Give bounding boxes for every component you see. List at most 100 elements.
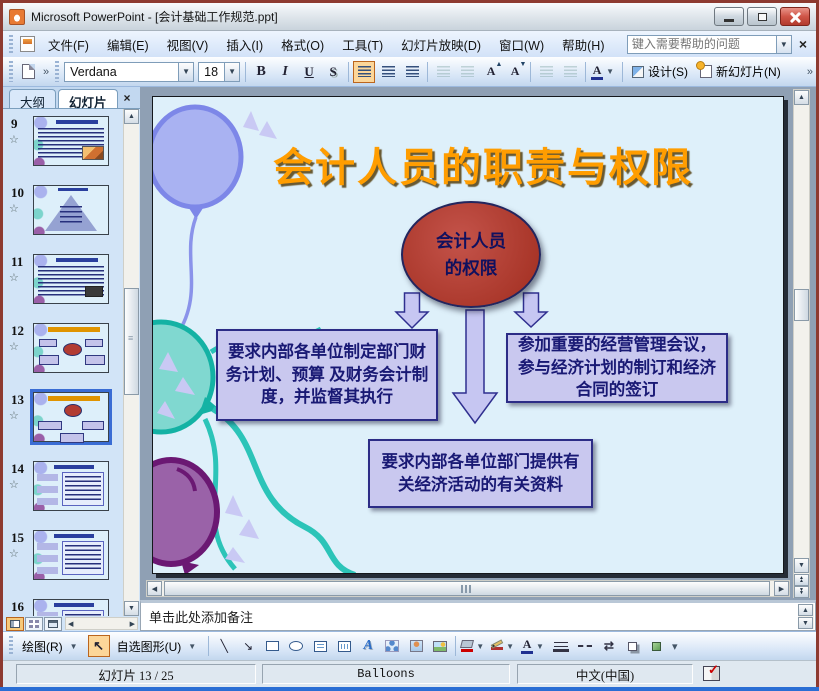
- authority-ellipse[interactable]: 会计人员 的权限: [401, 201, 541, 308]
- animation-star-icon[interactable]: ☆: [9, 409, 19, 422]
- arrow-tool[interactable]: ↘: [237, 635, 259, 657]
- overflow-chevron-icon[interactable]: »: [40, 66, 52, 78]
- thumbnail-preview[interactable]: [30, 389, 112, 445]
- thumbnail-preview[interactable]: [33, 116, 109, 166]
- tab-slides[interactable]: 幻灯片: [58, 89, 118, 110]
- thumbnail-preview[interactable]: [33, 323, 109, 373]
- thumbnail-preview[interactable]: [33, 530, 109, 580]
- slide-canvas[interactable]: 要求内部各单位制定部门财务计划、预算 及财务会计制度，并监督其执行 参加重要的经…: [152, 96, 784, 574]
- scroll-right-button[interactable]: ▶: [774, 581, 789, 596]
- animation-star-icon[interactable]: ☆: [9, 478, 19, 491]
- toolbar-grip[interactable]: [9, 34, 13, 54]
- new-slide-button[interactable]: 新幻灯片(N): [694, 61, 787, 83]
- scrollbar-thumb[interactable]: [164, 581, 770, 596]
- menu-item[interactable]: 幻灯片放映(D): [392, 32, 490, 57]
- line-color-button[interactable]: ▼: [490, 635, 518, 657]
- font-name-select[interactable]: Verdana ▼: [64, 61, 195, 82]
- notes-placeholder[interactable]: 单击此处添加备注: [149, 607, 253, 626]
- align-center-button[interactable]: [377, 61, 399, 83]
- decrease-indent-button[interactable]: [535, 61, 557, 83]
- menu-item[interactable]: 帮助(H): [553, 32, 613, 57]
- arrow-style-button[interactable]: ⇄: [598, 635, 620, 657]
- menu-item[interactable]: 视图(V): [158, 32, 218, 57]
- increase-font-button[interactable]: A ▲: [480, 60, 503, 83]
- toolbar-grip[interactable]: [9, 636, 13, 656]
- slide-thumbnail-16[interactable]: 16☆: [3, 599, 140, 616]
- language-indicator[interactable]: 中文(中国): [517, 664, 693, 684]
- clipart-tool[interactable]: [405, 635, 427, 657]
- line-tool[interactable]: ╲: [213, 635, 235, 657]
- decrease-font-button[interactable]: A ▼: [504, 60, 527, 83]
- menu-item[interactable]: 文件(F): [39, 32, 98, 57]
- box-left[interactable]: 要求内部各单位制定部门财务计划、预算 及财务会计制度，并监督其执行: [216, 329, 438, 421]
- sidebar-close-icon[interactable]: ×: [124, 91, 131, 105]
- scroll-up-button[interactable]: ▲: [798, 604, 813, 616]
- wordart-tool[interactable]: A: [357, 635, 379, 657]
- animation-star-icon[interactable]: ☆: [9, 271, 19, 284]
- line-style-button[interactable]: [550, 635, 572, 657]
- normal-view-button[interactable]: [6, 616, 24, 631]
- align-left-button[interactable]: [353, 60, 376, 83]
- notes-scrollbar[interactable]: ▲ ▼: [798, 604, 814, 629]
- box-right[interactable]: 参加重要的经营管理会议，参与经济计划的制订和经济合同的签订: [506, 333, 728, 403]
- select-objects-button[interactable]: ↖: [87, 635, 110, 657]
- font-color-button[interactable]: A ▼: [590, 61, 618, 83]
- slide-title[interactable]: 会计人员的职责与权限: [193, 135, 773, 193]
- sidebar-hscrollbar[interactable]: ◀ ▶: [65, 617, 138, 630]
- animation-star-icon[interactable]: ☆: [9, 340, 19, 353]
- notes-pane[interactable]: 单击此处添加备注 ▲ ▼: [140, 600, 816, 631]
- animation-star-icon[interactable]: ☆: [9, 133, 19, 146]
- help-dropdown-icon[interactable]: ▼: [776, 34, 792, 54]
- bold-button[interactable]: B: [250, 61, 272, 83]
- chevron-down-icon[interactable]: ▼: [473, 642, 487, 651]
- numbering-button[interactable]: [432, 61, 454, 83]
- animation-star-icon[interactable]: ☆: [9, 547, 19, 560]
- slide-thumbnail-14[interactable]: 14 ☆: [3, 461, 140, 511]
- font-color-button[interactable]: A ▼: [520, 635, 548, 657]
- editor-vscrollbar[interactable]: ▲ ▼ ▲ ▲ ▼ ▼: [793, 89, 810, 598]
- slide-thumbnail-13[interactable]: 13 ☆: [3, 389, 140, 445]
- scrollbar-thumb[interactable]: [124, 288, 139, 395]
- spellcheck-icon[interactable]: [703, 662, 720, 681]
- align-right-button[interactable]: [401, 61, 423, 83]
- animation-star-icon[interactable]: ☆: [9, 202, 19, 215]
- bullets-button[interactable]: [456, 61, 478, 83]
- insert-picture-tool[interactable]: [429, 635, 451, 657]
- slide-thumbnail-12[interactable]: 12 ☆: [3, 323, 140, 373]
- vertical-textbox-tool[interactable]: [333, 635, 355, 657]
- chevron-down-icon[interactable]: ▼: [178, 62, 194, 81]
- shadow-style-button[interactable]: [622, 635, 644, 657]
- scroll-down-button[interactable]: ▼: [124, 601, 139, 616]
- slide-thumbnail-10[interactable]: 10 ☆: [3, 185, 140, 235]
- draw-menu-button[interactable]: 绘图(R) ▼: [16, 635, 87, 657]
- editor-hscrollbar[interactable]: ◀ ▶: [146, 580, 790, 597]
- scroll-left-button[interactable]: ◀: [147, 581, 162, 596]
- scrollbar-thumb[interactable]: [794, 289, 809, 321]
- scroll-down-button[interactable]: ▼: [794, 558, 809, 573]
- increase-indent-button[interactable]: [559, 61, 581, 83]
- toolbar-grip[interactable]: [55, 61, 60, 82]
- toolbar-grip[interactable]: [9, 61, 13, 82]
- design-template-name[interactable]: Balloons: [262, 664, 510, 684]
- thumbnail-preview[interactable]: [33, 461, 109, 511]
- slideshow-view-button[interactable]: [44, 616, 62, 631]
- font-size-select[interactable]: 18 ▼: [198, 61, 241, 82]
- scroll-down-button[interactable]: ▼: [798, 617, 813, 629]
- scroll-up-button[interactable]: ▲: [124, 109, 139, 124]
- dash-style-button[interactable]: [574, 635, 596, 657]
- menu-item[interactable]: 格式(O): [272, 32, 333, 57]
- chevron-down-icon[interactable]: ▼: [603, 67, 617, 76]
- toolbar-overflow-button[interactable]: »: [804, 66, 816, 78]
- next-slide-button[interactable]: ▼ ▼: [794, 586, 809, 598]
- chevron-down-icon[interactable]: ▼: [533, 642, 547, 651]
- menu-item[interactable]: 工具(T): [333, 32, 392, 57]
- down-arrow-left[interactable]: [394, 292, 430, 330]
- design-button[interactable]: 设计(S): [626, 61, 694, 83]
- chevron-down-icon[interactable]: ▼: [224, 62, 240, 81]
- menubar-close-icon[interactable]: ×: [799, 36, 807, 52]
- help-input[interactable]: [626, 34, 777, 54]
- text-shadow-button[interactable]: S: [322, 61, 344, 83]
- thumbnail-preview[interactable]: [33, 254, 109, 304]
- down-arrow-right[interactable]: [513, 292, 549, 329]
- oval-tool[interactable]: [285, 635, 307, 657]
